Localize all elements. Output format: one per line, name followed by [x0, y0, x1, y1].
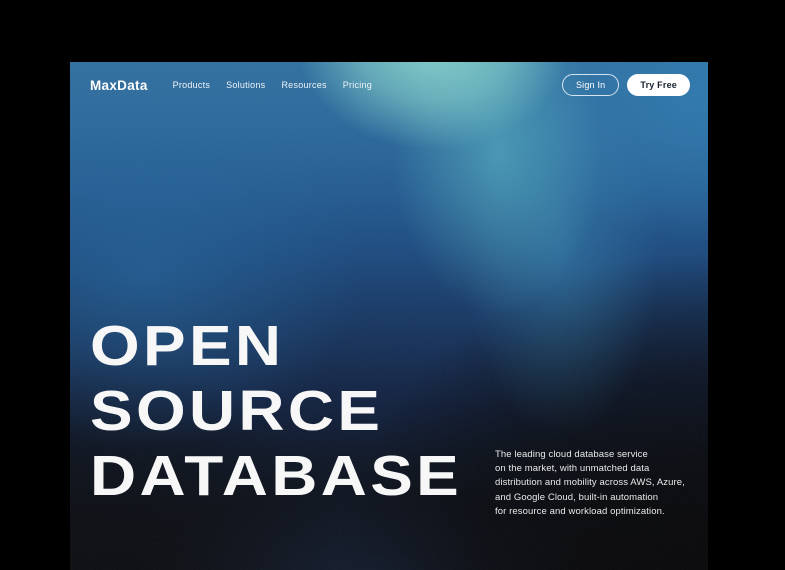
- hero-description: The leading cloud database service on th…: [495, 448, 708, 519]
- nav-links: Products Solutions Resources Pricing: [173, 80, 372, 90]
- top-nav: MaxData Products Solutions Resources Pri…: [70, 62, 708, 96]
- try-free-button[interactable]: Try Free: [627, 74, 690, 96]
- maxdata-logo[interactable]: MaxData: [90, 78, 148, 93]
- headline-line-2: SOURCE: [90, 379, 462, 444]
- nav-item-resources[interactable]: Resources: [281, 80, 326, 90]
- hero-headline: OPEN SOURCE DATABASE: [90, 314, 462, 509]
- page-background: MaxData Products Solutions Resources Pri…: [0, 0, 785, 570]
- sign-in-button[interactable]: Sign In: [562, 74, 619, 96]
- nav-item-solutions[interactable]: Solutions: [226, 80, 265, 90]
- headline-line-3: DATABASE: [90, 444, 462, 509]
- headline-line-1: OPEN: [90, 314, 462, 379]
- nav-item-products[interactable]: Products: [173, 80, 211, 90]
- nav-item-pricing[interactable]: Pricing: [343, 80, 372, 90]
- hero-section: MaxData Products Solutions Resources Pri…: [70, 62, 708, 570]
